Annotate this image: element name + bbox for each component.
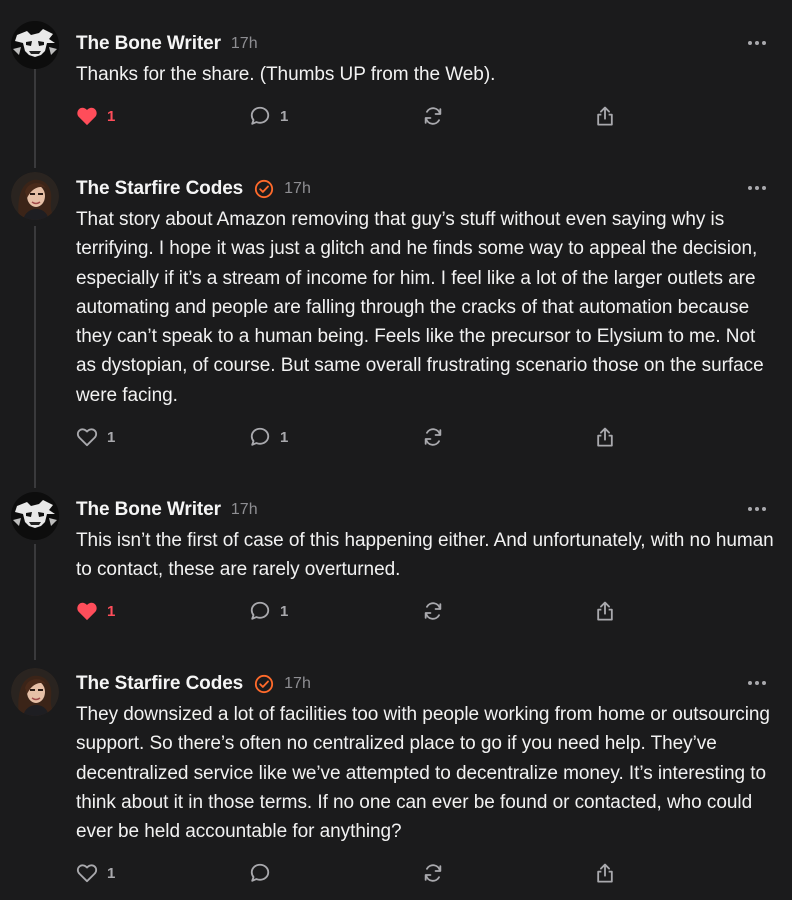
post-actions: 1 1 — [0, 104, 792, 128]
avatar-bone-writer-image — [11, 21, 59, 69]
share-button[interactable] — [595, 861, 615, 885]
reply-count: 1 — [280, 602, 289, 620]
repost-button[interactable] — [422, 425, 444, 449]
reply-count: 1 — [280, 428, 289, 446]
avatar-starfire-image — [11, 172, 59, 220]
repost-icon — [424, 864, 442, 882]
share-icon — [597, 106, 613, 126]
post-timestamp[interactable]: 17h — [284, 180, 311, 198]
like-button[interactable]: 1 — [76, 104, 115, 128]
repost-button[interactable] — [422, 599, 444, 623]
reply-count: 1 — [280, 107, 289, 125]
like-button[interactable]: 1 — [76, 599, 115, 623]
author-name[interactable]: The Bone Writer — [76, 33, 221, 55]
reply-button[interactable]: 1 — [249, 425, 288, 449]
more-options-icon[interactable] — [748, 504, 766, 514]
share-button[interactable] — [595, 425, 615, 449]
post-header: The Bone Writer 17h — [76, 31, 258, 57]
avatar-bone-writer-image — [11, 492, 59, 540]
heart-icon — [77, 602, 97, 621]
post-actions: 1 — [0, 861, 792, 885]
post-timestamp[interactable]: 17h — [284, 675, 311, 693]
like-button[interactable]: 1 — [76, 861, 115, 885]
post-header: The Starfire Codes 17h — [76, 671, 311, 697]
heart-icon — [76, 864, 98, 883]
comment-icon — [250, 601, 270, 620]
verified-badge-icon — [255, 674, 274, 694]
author-name[interactable]: The Starfire Codes — [76, 178, 243, 200]
share-icon — [597, 427, 613, 447]
more-options-icon[interactable] — [748, 678, 766, 688]
repost-icon — [424, 428, 442, 446]
post-text: That story about Amazon removing that gu… — [76, 209, 764, 406]
post-actions: 1 1 — [0, 425, 792, 449]
comment-icon — [250, 427, 270, 446]
verified-badge-icon — [255, 179, 274, 199]
like-count: 1 — [107, 602, 116, 620]
avatar[interactable] — [11, 172, 59, 220]
reply-button[interactable]: 1 — [249, 104, 288, 128]
share-button[interactable] — [595, 599, 615, 623]
reply-button[interactable] — [249, 861, 271, 885]
post-text: This isn’t the first of case of this hap… — [76, 530, 774, 581]
share-icon — [597, 863, 613, 883]
reply-button[interactable]: 1 — [249, 599, 288, 623]
more-options-icon[interactable] — [748, 38, 766, 48]
avatar[interactable] — [11, 492, 59, 540]
post-header: The Bone Writer 17h — [76, 497, 258, 523]
post-text: They downsized a lot of facilities too w… — [76, 704, 770, 843]
post-actions: 1 1 — [0, 599, 792, 623]
avatar[interactable] — [11, 668, 59, 716]
comment-icon — [250, 106, 270, 125]
post-text: Thanks for the share. (Thumbs UP from th… — [76, 64, 496, 85]
like-count: 1 — [107, 107, 116, 125]
heart-icon — [77, 107, 97, 126]
post-timestamp[interactable]: 17h — [231, 501, 258, 519]
repost-button[interactable] — [422, 861, 444, 885]
repost-icon — [424, 602, 442, 620]
post-header: The Starfire Codes 17h — [76, 176, 311, 202]
share-button[interactable] — [595, 104, 615, 128]
avatar-starfire-image — [11, 668, 59, 716]
comment-icon — [250, 863, 270, 882]
share-icon — [597, 601, 613, 621]
like-button[interactable]: 1 — [76, 425, 115, 449]
post-timestamp[interactable]: 17h — [231, 35, 258, 53]
author-name[interactable]: The Starfire Codes — [76, 673, 243, 695]
like-count: 1 — [107, 864, 116, 882]
repost-icon — [424, 107, 442, 125]
repost-button[interactable] — [422, 104, 444, 128]
author-name[interactable]: The Bone Writer — [76, 499, 221, 521]
more-options-icon[interactable] — [748, 183, 766, 193]
thread: The Bone Writer 17h Thanks for the share… — [0, 0, 792, 900]
heart-icon — [76, 428, 98, 447]
avatar[interactable] — [11, 21, 59, 69]
like-count: 1 — [107, 428, 116, 446]
